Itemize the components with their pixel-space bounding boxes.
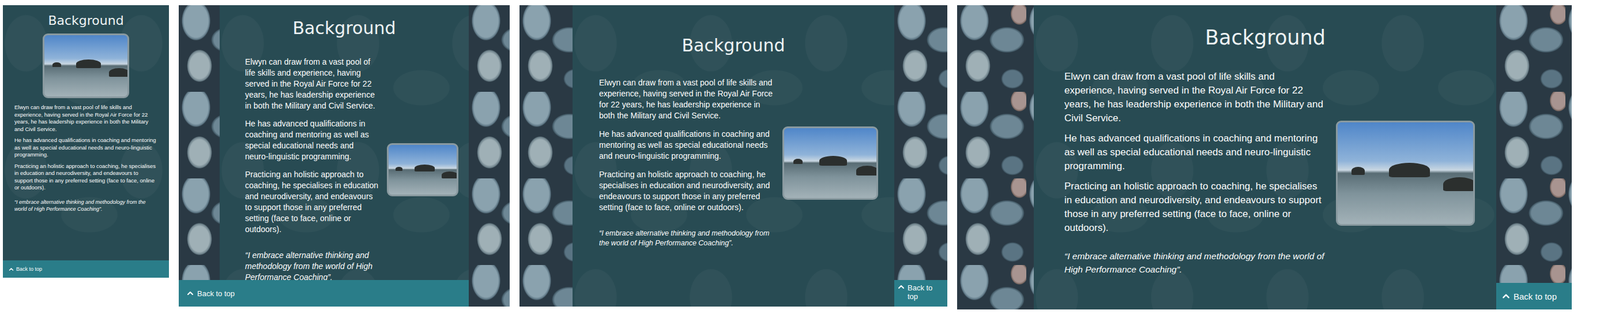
back-to-top-label: Back to top [1513, 291, 1557, 301]
island-shape [441, 171, 458, 179]
chevron-up-icon [1501, 291, 1511, 300]
rocks-backdrop [178, 5, 220, 307]
background-panel: Background Elwyn can draw from a vast poo… [1033, 5, 1497, 310]
paragraph: Elwyn can draw from a vast pool of life … [245, 56, 379, 112]
background-panel: Background Elwyn can draw from a vast poo… [219, 5, 469, 307]
paragraph: Practicing an holistic approach to coach… [1064, 179, 1327, 235]
section-view: Background Elwyn can draw from a vast poo… [178, 5, 510, 307]
coastline-photo [386, 142, 459, 197]
island-shape [1351, 166, 1366, 175]
quote: “I embrace alternative thinking and meth… [14, 198, 158, 213]
island-shape [1443, 177, 1475, 192]
island-shape [108, 68, 130, 77]
island-shape [395, 166, 403, 171]
quote: “I embrace alternative thinking and meth… [599, 228, 776, 248]
back-to-top-label: Back to top [197, 288, 235, 298]
paragraph: Elwyn can draw from a vast pool of life … [14, 103, 158, 133]
section-text: Elwyn can draw from a vast pool of life … [245, 56, 379, 283]
back-to-top-button[interactable]: Back to top [178, 279, 469, 307]
back-to-top-label: Back to top [16, 265, 43, 272]
chevron-up-icon [897, 283, 905, 291]
coastline-photo [42, 33, 130, 99]
section-view: Background Elwyn can draw from a vast poo… [519, 5, 948, 307]
back-to-top-button[interactable]: Back to top [894, 279, 948, 307]
paragraph: Elwyn can draw from a vast pool of life … [1064, 69, 1327, 126]
section-title: Background [2, 13, 169, 28]
section-content: Elwyn can draw from a vast pool of life … [1064, 69, 1476, 276]
section-text: Elwyn can draw from a vast pool of life … [14, 103, 158, 213]
island-shape [793, 158, 803, 165]
coastline-photo [782, 126, 879, 200]
rocks-backdrop [519, 5, 573, 307]
island-shape [52, 62, 61, 67]
island-shape [1388, 162, 1430, 178]
chevron-up-icon [8, 266, 14, 272]
paragraph: He has advanced qualifications in coachi… [1064, 131, 1327, 173]
background-panel: Background Elwyn can draw from a vast poo… [572, 5, 895, 307]
paragraph: He has advanced qualifications in coachi… [245, 118, 379, 163]
section-content: Elwyn can draw from a vast pool of life … [599, 77, 879, 248]
background-panel: Background Elwyn can draw from a vast poo… [2, 5, 169, 278]
paragraph: He has advanced qualifications in coachi… [599, 128, 776, 162]
section-text: Elwyn can draw from a vast pool of life … [1064, 69, 1327, 276]
rocks-backdrop [1496, 5, 1572, 310]
paragraph: Practicing an holistic approach to coach… [245, 168, 379, 235]
coastline-photo [1335, 120, 1475, 226]
paragraph: Practicing an holistic approach to coach… [14, 162, 158, 192]
quote: “I embrace alternative thinking and meth… [1064, 249, 1327, 276]
island-shape [856, 165, 879, 176]
island-shape [414, 164, 435, 172]
section-view: Background Elwyn can draw from a vast poo… [957, 5, 1572, 310]
chevron-up-icon [186, 289, 194, 297]
section-title: Background [245, 17, 444, 39]
rocks-backdrop [468, 5, 510, 307]
island-shape [76, 59, 101, 69]
paragraph: He has advanced qualifications in coachi… [14, 136, 158, 159]
section-text: Elwyn can draw from a vast pool of life … [599, 77, 776, 248]
back-to-top-button[interactable]: Back to top [2, 260, 169, 278]
section-content: Elwyn can draw from a vast pool of life … [245, 56, 469, 283]
paragraph: Practicing an holistic approach to coach… [599, 168, 776, 213]
rocks-backdrop [957, 5, 1034, 310]
back-to-top-label: Back to top [907, 283, 944, 301]
island-shape [819, 155, 847, 166]
rocks-backdrop [894, 5, 948, 307]
section-title: Background [588, 35, 879, 56]
paragraph: Elwyn can draw from a vast pool of life … [599, 77, 776, 122]
back-to-top-button[interactable]: Back to top [1496, 282, 1572, 310]
quote: “I embrace alternative thinking and meth… [245, 249, 379, 283]
section-title: Background [1055, 25, 1476, 50]
section-view: Background Elwyn can draw from a vast poo… [2, 5, 169, 278]
section-content: Elwyn can draw from a vast pool of life … [2, 33, 169, 213]
